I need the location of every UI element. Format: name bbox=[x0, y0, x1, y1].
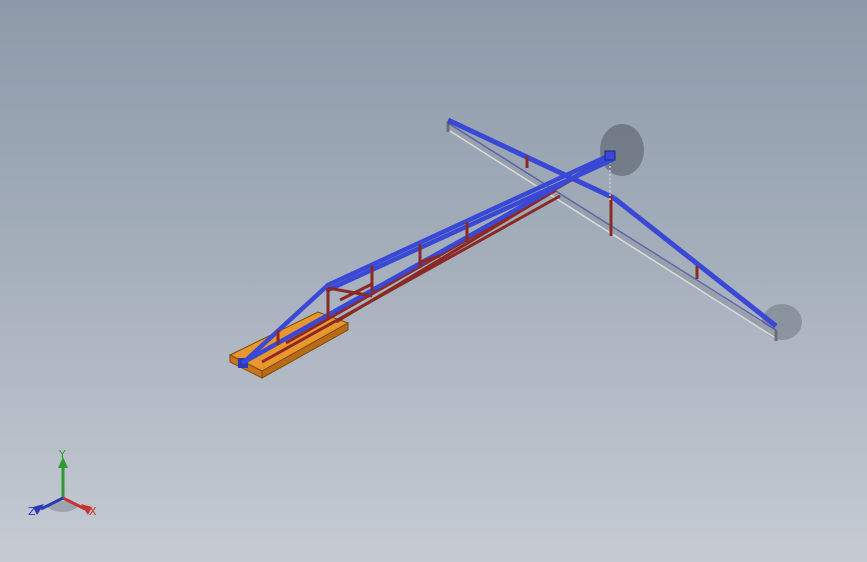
z-axis-label: Z bbox=[28, 505, 36, 518]
graphics-viewport[interactable]: Y X Z bbox=[0, 0, 867, 562]
shadow-top bbox=[600, 124, 644, 176]
pivot-head bbox=[604, 150, 616, 161]
orientation-triad[interactable]: Y X Z bbox=[22, 448, 106, 524]
cross-beam-hangers bbox=[525, 156, 699, 279]
truss-crane-model[interactable] bbox=[0, 0, 867, 562]
y-axis-label: Y bbox=[59, 448, 66, 461]
x-axis-label: X bbox=[89, 505, 97, 518]
boom-upper-chords bbox=[241, 151, 615, 365]
